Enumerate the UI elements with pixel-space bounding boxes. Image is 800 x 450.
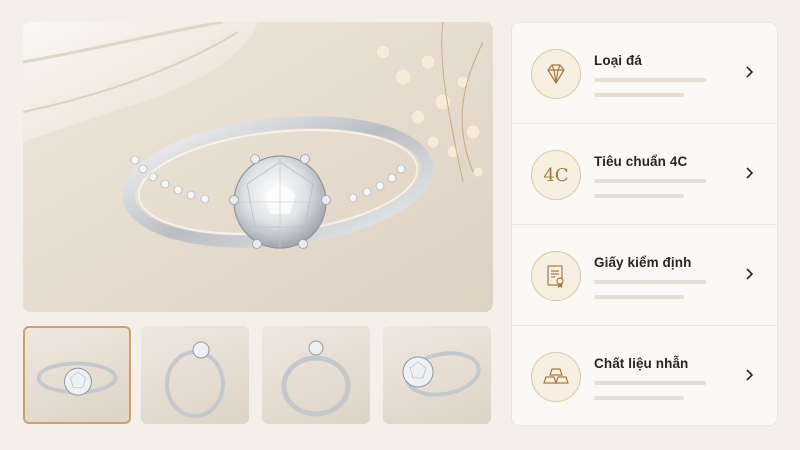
chevron-right-icon: [746, 369, 754, 381]
text-placeholder-line: [594, 93, 684, 97]
diamond-icon: [531, 49, 581, 99]
text-placeholder-line: [594, 194, 684, 198]
text-placeholder-line: [594, 280, 706, 284]
info-row-ring-material[interactable]: Chất liệu nhẫn: [512, 325, 777, 425]
thumbnail-back[interactable]: [262, 326, 370, 424]
4c-icon-text: 4C: [543, 164, 569, 186]
product-info-panel: Loại đá 4C Tiêu chuẩn 4C Giấy kiểm định …: [511, 22, 778, 426]
4c-icon: 4C: [531, 150, 581, 200]
text-placeholder-line: [594, 381, 706, 385]
info-row-stone-type[interactable]: Loại đá: [512, 23, 777, 124]
text-placeholder-line: [594, 295, 684, 299]
thumbnail-side[interactable]: [141, 326, 249, 424]
info-row-4c-standard[interactable]: 4C Tiêu chuẩn 4C: [512, 123, 777, 224]
text-placeholder-line: [594, 179, 706, 183]
info-row-label: Loại đá: [594, 53, 642, 68]
text-placeholder-line: [594, 396, 684, 400]
thumbnail-angle[interactable]: [383, 326, 491, 424]
info-row-label: Giấy kiểm định: [594, 255, 692, 270]
text-placeholder-line: [594, 78, 706, 82]
info-row-label: Chất liệu nhẫn: [594, 356, 689, 371]
chevron-right-icon: [746, 167, 754, 179]
chevron-right-icon: [746, 268, 754, 280]
product-main-image: [23, 22, 493, 312]
certificate-icon: [531, 251, 581, 301]
gold-bars-icon: [531, 352, 581, 402]
info-row-label: Tiêu chuẩn 4C: [594, 154, 688, 169]
chevron-right-icon: [746, 66, 754, 78]
info-row-certificate[interactable]: Giấy kiểm định: [512, 224, 777, 325]
thumbnail-front[interactable]: [23, 326, 131, 424]
